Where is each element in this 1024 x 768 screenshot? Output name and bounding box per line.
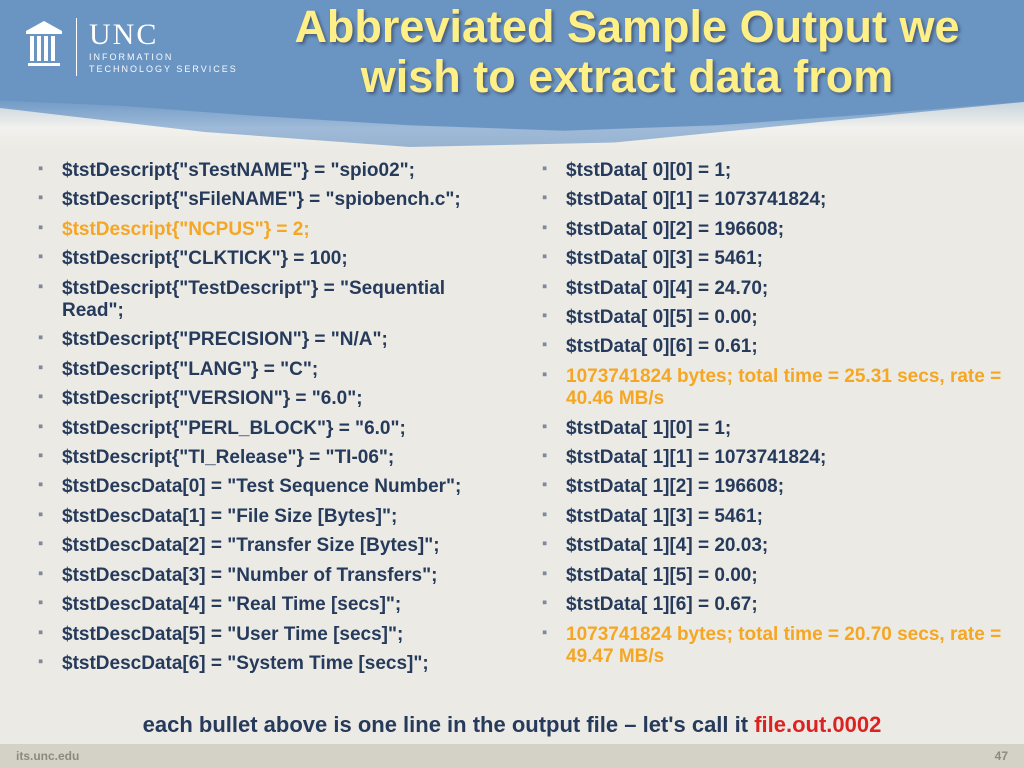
list-item: $tstData[ 1][2] = 196608; xyxy=(542,476,1006,498)
list-item: $tstData[ 0][5] = 0.00; xyxy=(542,307,1006,329)
list-item: $tstData[ 1][0] = 1; xyxy=(542,418,1006,440)
list-item: $tstData[ 1][1] = 1073741824; xyxy=(542,447,1006,469)
list-item: $tstDescript{"NCPUS"} = 2; xyxy=(38,219,502,241)
slide-number: 47 xyxy=(995,749,1008,763)
list-item: $tstDescript{"LANG"} = "C"; xyxy=(38,359,502,381)
list-item: $tstDescript{"TestDescript"} = "Sequenti… xyxy=(38,278,502,323)
list-item: $tstData[ 1][6] = 0.67; xyxy=(542,594,1006,616)
caption-filename: file.out.0002 xyxy=(754,712,881,737)
list-item: $tstData[ 0][2] = 196608; xyxy=(542,219,1006,241)
list-item: 1073741824 bytes; total time = 25.31 sec… xyxy=(542,366,1006,411)
caption: each bullet above is one line in the out… xyxy=(0,712,1024,738)
list-item: $tstData[ 0][6] = 0.61; xyxy=(542,336,1006,358)
list-item: $tstData[ 0][1] = 1073741824; xyxy=(542,189,1006,211)
left-column: $tstDescript{"sTestNAME"} = "spio02"; $ts… xyxy=(0,155,520,710)
list-item: $tstData[ 1][3] = 5461; xyxy=(542,506,1006,528)
list-item: $tstData[ 1][4] = 20.03; xyxy=(542,535,1006,557)
footer-url: its.unc.edu xyxy=(16,749,79,763)
list-item: 1073741824 bytes; total time = 20.70 sec… xyxy=(542,624,1006,669)
list-item: $tstDescript{"PERL_BLOCK"} = "6.0"; xyxy=(38,418,502,440)
footer: its.unc.edu 47 xyxy=(0,744,1024,768)
list-item: $tstData[ 1][5] = 0.00; xyxy=(542,565,1006,587)
list-item: $tstDescData[0] = "Test Sequence Number"… xyxy=(38,476,502,498)
list-item: $tstDescData[2] = "Transfer Size [Bytes]… xyxy=(38,535,502,557)
right-column: $tstData[ 0][0] = 1; $tstData[ 0][1] = 10… xyxy=(520,155,1024,710)
list-item: $tstDescript{"CLKTICK"} = 100; xyxy=(38,248,502,270)
list-item: $tstDescript{"TI_Release"} = "TI-06"; xyxy=(38,447,502,469)
list-item: $tstDescript{"sTestNAME"} = "spio02"; xyxy=(38,160,502,182)
slide: UNC INFORMATION TECHNOLOGY SERVICES Abbr… xyxy=(0,0,1024,768)
list-item: $tstDescData[3] = "Number of Transfers"; xyxy=(38,565,502,587)
list-item: $tstData[ 0][4] = 24.70; xyxy=(542,278,1006,300)
list-item: $tstDescript{"PRECISION"} = "N/A"; xyxy=(38,329,502,351)
list-item: $tstData[ 0][0] = 1; xyxy=(542,160,1006,182)
list-item: $tstDescData[6] = "System Time [secs]"; xyxy=(38,653,502,675)
slide-title: Abbreviated Sample Output we wish to ext… xyxy=(0,2,1024,101)
list-item: $tstData[ 0][3] = 5461; xyxy=(542,248,1006,270)
left-list: $tstDescript{"sTestNAME"} = "spio02"; $ts… xyxy=(38,160,502,675)
list-item: $tstDescData[4] = "Real Time [secs]"; xyxy=(38,594,502,616)
right-list: $tstData[ 0][0] = 1; $tstData[ 0][1] = 10… xyxy=(542,160,1006,668)
body: $tstDescript{"sTestNAME"} = "spio02"; $ts… xyxy=(0,155,1024,710)
list-item: $tstDescript{"sFileNAME"} = "spiobench.c… xyxy=(38,189,502,211)
list-item: $tstDescData[1] = "File Size [Bytes]"; xyxy=(38,506,502,528)
list-item: $tstDescript{"VERSION"} = "6.0"; xyxy=(38,388,502,410)
list-item: $tstDescData[5] = "User Time [secs]"; xyxy=(38,624,502,646)
caption-text: each bullet above is one line in the out… xyxy=(143,712,755,737)
